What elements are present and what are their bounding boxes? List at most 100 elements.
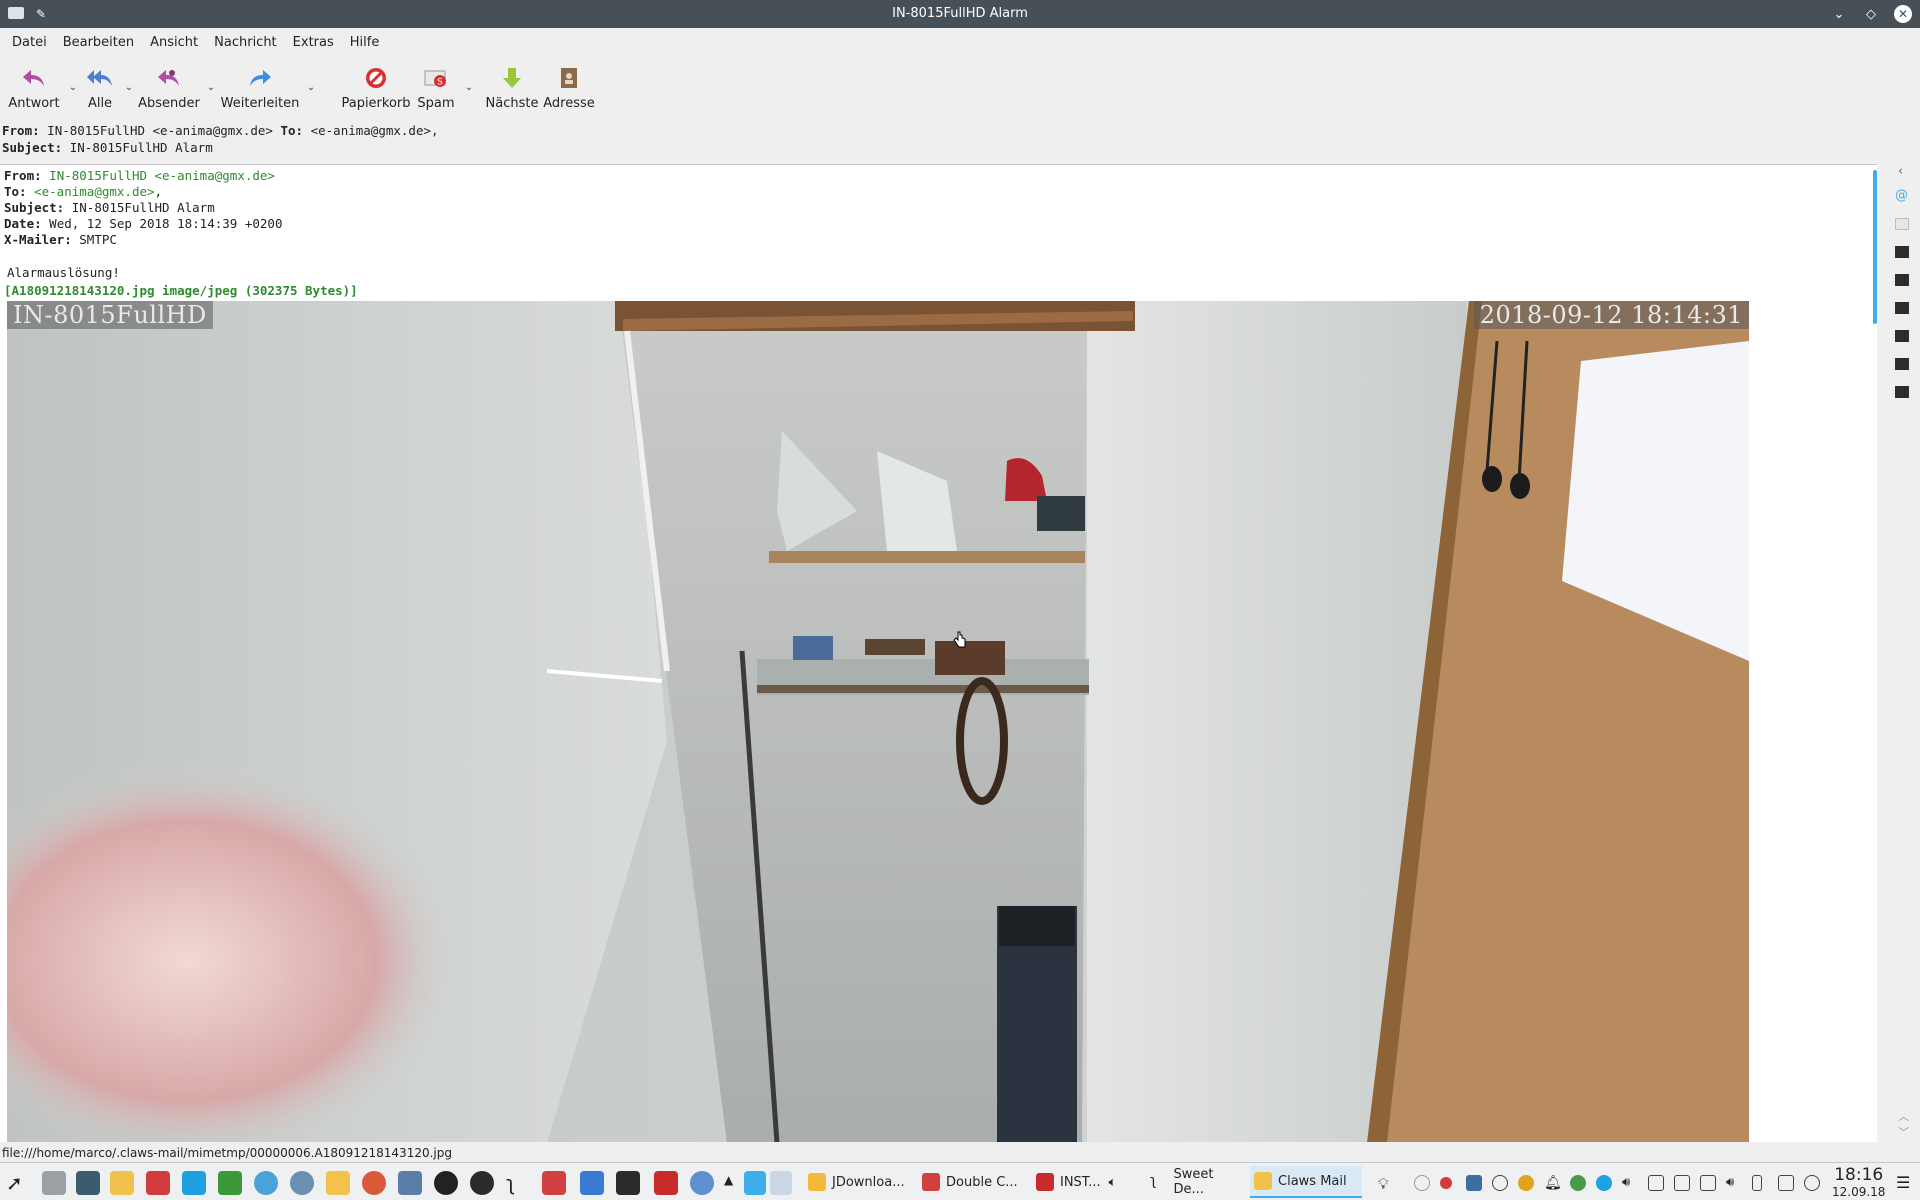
lightbulb-icon[interactable]: 💡︎ bbox=[1378, 1175, 1394, 1193]
image-part-icon-1[interactable] bbox=[1895, 246, 1909, 258]
menu-tools[interactable]: Extras bbox=[285, 35, 342, 50]
terminal-icon[interactable] bbox=[616, 1171, 640, 1195]
task-sweet-de[interactable]: ʅ Sweet De... bbox=[1146, 1166, 1246, 1198]
skype-icon[interactable] bbox=[182, 1171, 206, 1195]
scanner-icon[interactable] bbox=[42, 1171, 66, 1195]
close-button[interactable]: ✕ bbox=[1894, 5, 1912, 23]
speaker-icon[interactable]: 🔊︎ bbox=[1622, 1175, 1638, 1191]
double-commander-icon[interactable] bbox=[542, 1171, 566, 1195]
menu-view[interactable]: Ansicht bbox=[142, 35, 206, 50]
network-icon[interactable] bbox=[1804, 1175, 1820, 1191]
forward-button[interactable]: Weiterleiten bbox=[220, 56, 300, 111]
menu-help[interactable]: Hilfe bbox=[342, 35, 388, 50]
task-double-commander[interactable]: Double C... bbox=[918, 1166, 1028, 1198]
menu-file[interactable]: Datei bbox=[4, 35, 55, 50]
notification-icon[interactable] bbox=[1414, 1175, 1430, 1191]
scroll-up-icon[interactable]: ︿ bbox=[1898, 1108, 1909, 1124]
camera-snapshot-image[interactable]: IN-8015FullHD 2018-09-12 18:14:31 bbox=[7, 301, 1749, 1142]
image-part-icon-3[interactable] bbox=[1895, 302, 1909, 314]
jdownloader-icon bbox=[808, 1173, 826, 1191]
window-titlebar: ✎ IN-8015FullHD Alarm ⌄ ◇ ✕ bbox=[0, 0, 1920, 28]
summary-subject-value: IN-8015FullHD Alarm bbox=[69, 140, 213, 155]
battery-icon[interactable] bbox=[1752, 1175, 1762, 1191]
mail-folder-icon[interactable] bbox=[326, 1171, 350, 1195]
printer-icon[interactable] bbox=[1778, 1175, 1794, 1191]
desktop-pager-icon-2[interactable] bbox=[770, 1171, 792, 1195]
forward-dropdown[interactable]: ⌄ bbox=[302, 56, 320, 93]
keyboard-icon[interactable] bbox=[1700, 1175, 1716, 1191]
image-part-icon-5[interactable] bbox=[1895, 358, 1909, 370]
camera-name-overlay: IN-8015FullHD bbox=[7, 301, 213, 329]
image-part-icon-2[interactable] bbox=[1895, 274, 1909, 286]
bell-icon[interactable]: 🔔︎ bbox=[1544, 1175, 1562, 1191]
headphones-icon[interactable] bbox=[290, 1171, 314, 1195]
collapse-panel-icon[interactable]: ‹ bbox=[1898, 164, 1903, 179]
reply-button[interactable]: Antwort bbox=[6, 56, 62, 111]
mail-tray-icon[interactable] bbox=[1466, 1175, 1482, 1191]
sync-icon[interactable] bbox=[146, 1171, 170, 1195]
spam-dropdown[interactable]: ⌄ bbox=[460, 56, 478, 93]
display-icon[interactable] bbox=[1648, 1175, 1664, 1191]
radiation-icon[interactable] bbox=[1518, 1175, 1534, 1191]
hamburger-menu-icon[interactable]: ☰ bbox=[1896, 1173, 1910, 1192]
globe-tray-icon[interactable] bbox=[1570, 1175, 1586, 1191]
reply-sender-button[interactable]: Absender bbox=[138, 56, 200, 111]
clock[interactable]: 18:16 12.09.18 bbox=[1832, 1165, 1885, 1199]
at-sign-icon[interactable]: @ bbox=[1895, 189, 1909, 202]
browser-globe-icon[interactable] bbox=[254, 1171, 278, 1195]
menu-bar: Datei Bearbeiten Ansicht Nachricht Extra… bbox=[0, 28, 1920, 56]
minimize-button[interactable]: ⌄ bbox=[1830, 5, 1848, 23]
hook-icon[interactable]: ʅ bbox=[506, 1171, 530, 1195]
volume-icon[interactable]: 🔊︎ bbox=[1726, 1175, 1742, 1191]
task-vivaldi[interactable]: INST... 🔈︎ bbox=[1032, 1166, 1142, 1198]
attachment-link[interactable]: [A18091218143120.jpg image/jpeg (302375 … bbox=[4, 283, 358, 298]
desktop-pager-icon[interactable] bbox=[744, 1171, 766, 1195]
task-jdownloader[interactable]: JDownloa... bbox=[804, 1166, 914, 1198]
color-wheel-icon[interactable] bbox=[362, 1171, 386, 1195]
trash-button[interactable]: Papierkorb bbox=[340, 56, 412, 111]
reply-all-dropdown[interactable]: ⌄ bbox=[120, 56, 138, 93]
waveform-icon[interactable] bbox=[580, 1171, 604, 1195]
reply-all-button[interactable]: Alle bbox=[82, 56, 118, 111]
record-icon[interactable] bbox=[1440, 1177, 1452, 1189]
scroll-down-icon[interactable]: ﹀ bbox=[1898, 1124, 1909, 1140]
header-from-link[interactable]: IN-8015FullHD <e-anima@gmx.de> bbox=[49, 168, 275, 183]
menu-edit[interactable]: Bearbeiten bbox=[55, 35, 142, 50]
calculator-icon[interactable] bbox=[76, 1171, 100, 1195]
summary-subject-label: Subject: bbox=[2, 140, 63, 155]
chromium-icon[interactable] bbox=[690, 1171, 714, 1195]
pause-icon[interactable] bbox=[1492, 1175, 1508, 1191]
image-part-icon-4[interactable] bbox=[1895, 330, 1909, 342]
toolbar: Antwort ⌄ Alle ⌄ Absender ⌄ Weiterleiten… bbox=[0, 56, 1920, 118]
gimp-icon[interactable] bbox=[218, 1171, 242, 1195]
message-view[interactable]: From: IN-8015FullHD <e-anima@gmx.de> To:… bbox=[0, 164, 1877, 1142]
reply-dropdown[interactable]: ⌄ bbox=[64, 56, 82, 93]
maximize-button[interactable]: ◇ bbox=[1862, 5, 1880, 23]
vivaldi-icon[interactable] bbox=[654, 1171, 678, 1195]
image-part-icon-6[interactable] bbox=[1895, 386, 1909, 398]
menu-message[interactable]: Nachricht bbox=[206, 35, 285, 50]
crossword-icon[interactable] bbox=[110, 1171, 134, 1195]
amazon-icon[interactable] bbox=[470, 1171, 494, 1195]
davinci-icon[interactable] bbox=[434, 1171, 458, 1195]
film-icon[interactable] bbox=[398, 1171, 422, 1195]
task-claws-mail[interactable]: Claws Mail bbox=[1250, 1166, 1362, 1198]
taskbar: ➚ ʅ ▲ JDownloa... Double C... INST... 🔈︎… bbox=[0, 1162, 1920, 1200]
header-xmailer-label: X-Mailer: bbox=[4, 232, 72, 247]
spam-button[interactable]: S Spam bbox=[414, 56, 458, 111]
header-to-label: To: bbox=[4, 184, 27, 199]
app-launcher-icon[interactable]: ➚ bbox=[6, 1171, 30, 1195]
clipboard-icon[interactable] bbox=[1674, 1175, 1690, 1191]
sender-dropdown[interactable]: ⌄ bbox=[202, 56, 220, 93]
skype-tray-icon[interactable] bbox=[1596, 1175, 1612, 1191]
message-summary: From: IN-8015FullHD <e-anima@gmx.de> To:… bbox=[2, 122, 439, 156]
camera-scene bbox=[7, 301, 1749, 1142]
sweet-de-icon: ʅ bbox=[1150, 1173, 1157, 1189]
overflow-arrow-icon[interactable]: ▲ bbox=[724, 1173, 733, 1187]
next-button[interactable]: Nächste bbox=[484, 56, 540, 111]
message-scrollbar[interactable] bbox=[1873, 166, 1877, 1142]
scrollbar-thumb[interactable] bbox=[1873, 170, 1877, 324]
header-to-link[interactable]: <e-anima@gmx.de> bbox=[34, 184, 154, 199]
address-button[interactable]: Adresse bbox=[542, 56, 596, 111]
text-part-icon[interactable] bbox=[1895, 218, 1909, 230]
